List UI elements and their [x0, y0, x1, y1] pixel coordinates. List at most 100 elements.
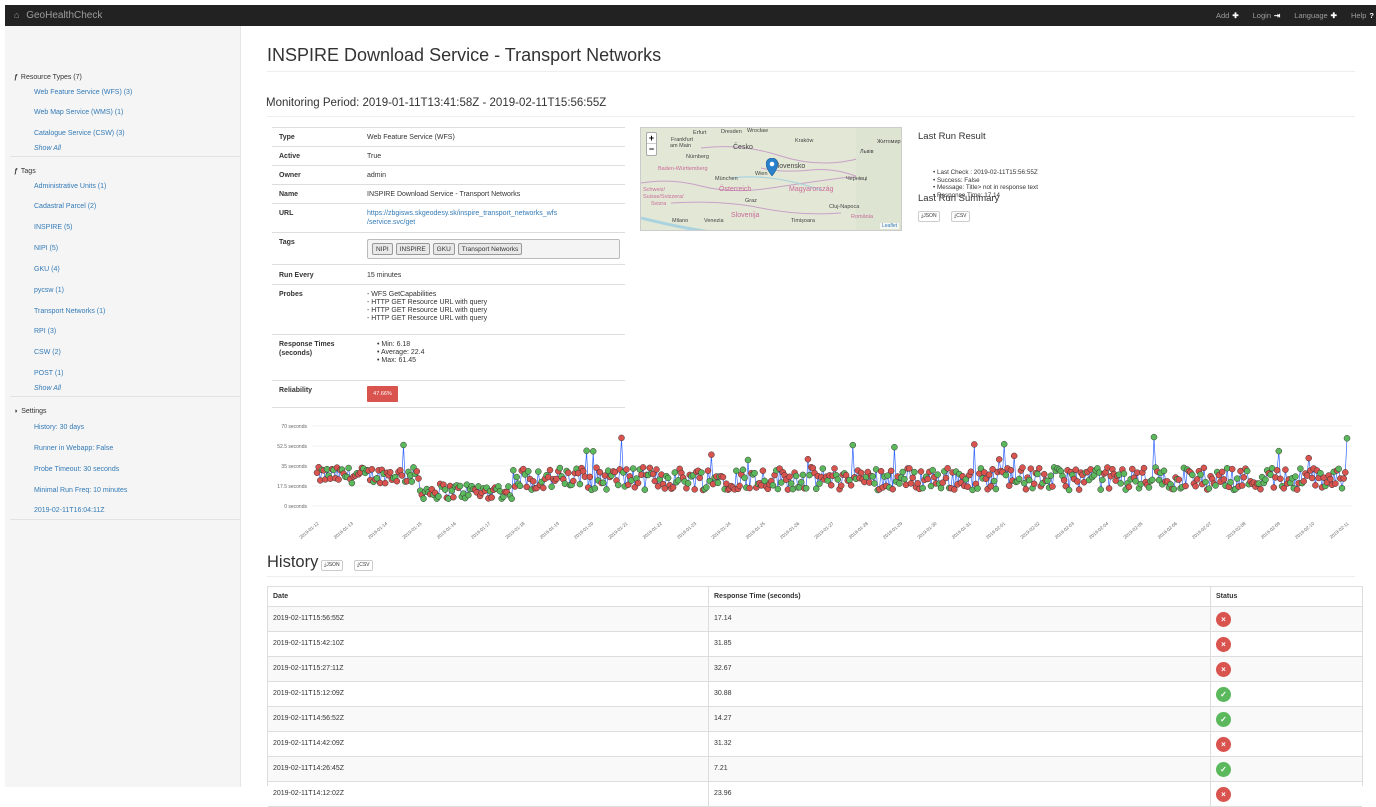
response-time-chart[interactable]: 70 seconds 52.5 seconds 35 seconds 17.5 sec… — [257, 418, 1357, 563]
sidebar-tag[interactable]: NIPI (5) — [34, 245, 58, 252]
sidebar-tag[interactable]: Administrative Units (1) — [34, 183, 106, 190]
data-point — [719, 473, 727, 481]
column-header-label: Date — [273, 593, 289, 600]
y-tick-label: 0 seconds — [284, 504, 307, 510]
detail-value: INSPIRE Download Service - Transport Net… — [367, 191, 521, 198]
data-point — [589, 448, 597, 455]
date-value: 2019-02-11T15:27:11Z — [273, 665, 344, 672]
tag-chip[interactable]: Transport Networks — [457, 243, 523, 255]
divider — [10, 519, 241, 520]
data-point — [906, 465, 913, 472]
detail-label: Active — [279, 153, 301, 160]
sidebar-tag[interactable]: Cadastral Parcel (2) — [34, 203, 96, 210]
sidebar-tag[interactable]: GKU (4) — [34, 266, 60, 273]
data-point — [1015, 475, 1023, 483]
sidebar-tag[interactable]: POST (1) — [34, 370, 63, 377]
x-tick-label: 2019-01-17 — [470, 521, 492, 540]
leaflet-attribution[interactable]: Leaflet — [879, 223, 899, 229]
data-point — [1175, 476, 1183, 483]
y-tick-label: 70 seconds — [281, 424, 307, 430]
response-time-value: 32.67 — [714, 665, 732, 672]
page-title: INSPIRE Download Service - Transport Net… — [267, 45, 662, 65]
resource-url-link[interactable]: https://zbgisws.skgeodesy.sk/inspire_tra… — [367, 210, 557, 217]
map-label: Baden-Württemberg — [658, 166, 708, 172]
map-label: Львів — [860, 149, 874, 155]
data-point — [535, 468, 542, 475]
sidebar-tag[interactable]: RPI (3) — [34, 328, 56, 335]
resource-url-link-cont[interactable]: /service.svc/get — [367, 219, 415, 226]
data-point — [827, 481, 835, 489]
sidebar-item-csw[interactable]: Catalogue Service (CSW) (3) — [34, 130, 125, 137]
data-point — [398, 472, 406, 479]
data-point — [1065, 486, 1073, 494]
brand-link[interactable]: ⌂ GeoHealthCheck — [14, 10, 102, 21]
data-point — [1140, 464, 1148, 472]
data-point — [990, 477, 998, 485]
setting-probe-timeout[interactable]: Probe Timeout: 30 seconds — [34, 466, 119, 473]
data-point — [901, 475, 908, 483]
column-header[interactable]: Status — [1211, 587, 1362, 606]
setting-timestamp[interactable]: 2019-02-11T16:04:11Z — [34, 507, 105, 514]
nav-login[interactable]: Login ⇥ — [1253, 11, 1281, 20]
column-header[interactable]: Date — [268, 587, 709, 606]
map-label: Suisse/Svizzera/ — [643, 194, 684, 200]
data-point — [942, 474, 950, 482]
detail-label: Name — [279, 191, 299, 198]
data-point — [1228, 465, 1236, 473]
data-point — [929, 466, 936, 474]
data-point — [591, 485, 599, 492]
location-map[interactable]: Erfurt Dresden Wrocław Frankfurt am Main… — [640, 127, 902, 231]
resource-types-show-all[interactable]: Show All — [34, 145, 61, 152]
nav-help[interactable]: Help? — [1351, 11, 1374, 20]
summary-csv-button[interactable]: ⤓CSV — [951, 211, 970, 222]
last-run-item: Message: Title> not in response text — [933, 184, 1038, 192]
sidebar-item-wfs[interactable]: Web Feature Service (WFS) (3) — [34, 89, 132, 96]
data-point — [1030, 480, 1038, 488]
tag-chip[interactable]: INSPIRE — [395, 243, 430, 255]
summary-json-button[interactable]: ⤓JSON — [918, 211, 940, 222]
tags-heading: ƒ Tags — [14, 168, 36, 175]
tags-show-all[interactable]: Show All — [34, 385, 61, 392]
settings-icon: ◗ — [14, 408, 19, 415]
response-time-cell: 30.88 — [709, 682, 1211, 706]
sidebar-tag[interactable]: INSPIRE (5) — [34, 224, 73, 231]
data-point — [911, 468, 918, 476]
data-point — [1277, 475, 1284, 483]
history-json-button[interactable]: ⤓JSON — [321, 560, 343, 571]
tag-chip[interactable]: GKU — [432, 243, 455, 255]
history-json-label: JSON — [326, 562, 340, 568]
date-cell: 2019-02-11T14:12:02Z — [268, 782, 709, 806]
column-header[interactable]: Response Time (seconds) — [709, 587, 1211, 606]
sidebar-tag[interactable]: pycsw (1) — [34, 287, 64, 294]
map-label: Чернівці — [846, 176, 868, 182]
data-point — [1335, 465, 1342, 473]
setting-min-run-freq[interactable]: Minimal Run Freq: 10 minutes — [34, 487, 127, 494]
nav-language[interactable]: Language ✚ — [1294, 11, 1337, 20]
data-point — [618, 434, 625, 442]
x-tick-label: 2019-02-06 — [1157, 521, 1179, 540]
map-marker-icon[interactable] — [766, 158, 778, 176]
sidebar-tag[interactable]: Transport Networks (1) — [34, 308, 105, 315]
data-point — [540, 484, 547, 492]
resource-types-heading: ƒ Resource Types (7) — [14, 74, 82, 81]
setting-runner[interactable]: Runner in Webapp: False — [34, 445, 113, 452]
data-point — [704, 467, 712, 474]
sidebar-item-wms[interactable]: Web Map Service (WMS) (1) — [34, 109, 123, 116]
data-point — [698, 469, 705, 476]
tag-chip[interactable]: NIPI — [372, 243, 393, 255]
resource-types-heading-label: Resource Types (7) — [20, 74, 82, 81]
brand-label: GeoHealthCheck — [26, 10, 103, 21]
zoom-in-button[interactable]: + — [647, 133, 656, 144]
history-table: Date Response Time (seconds) Status 2019… — [267, 586, 1363, 807]
data-point — [891, 443, 898, 451]
sidebar-tag[interactable]: CSW (2) — [34, 349, 61, 356]
data-point — [751, 469, 758, 477]
data-point — [415, 475, 422, 482]
history-csv-button[interactable]: ⤓CSV — [354, 560, 373, 571]
response-time-value: 14.27 — [714, 715, 732, 722]
nav-add[interactable]: Add ✚ — [1216, 11, 1239, 20]
detail-value: True — [367, 153, 382, 160]
setting-history[interactable]: History: 30 days — [34, 424, 84, 431]
zoom-out-button[interactable]: − — [647, 144, 656, 155]
settings-heading: ◗ Settings — [14, 408, 47, 415]
